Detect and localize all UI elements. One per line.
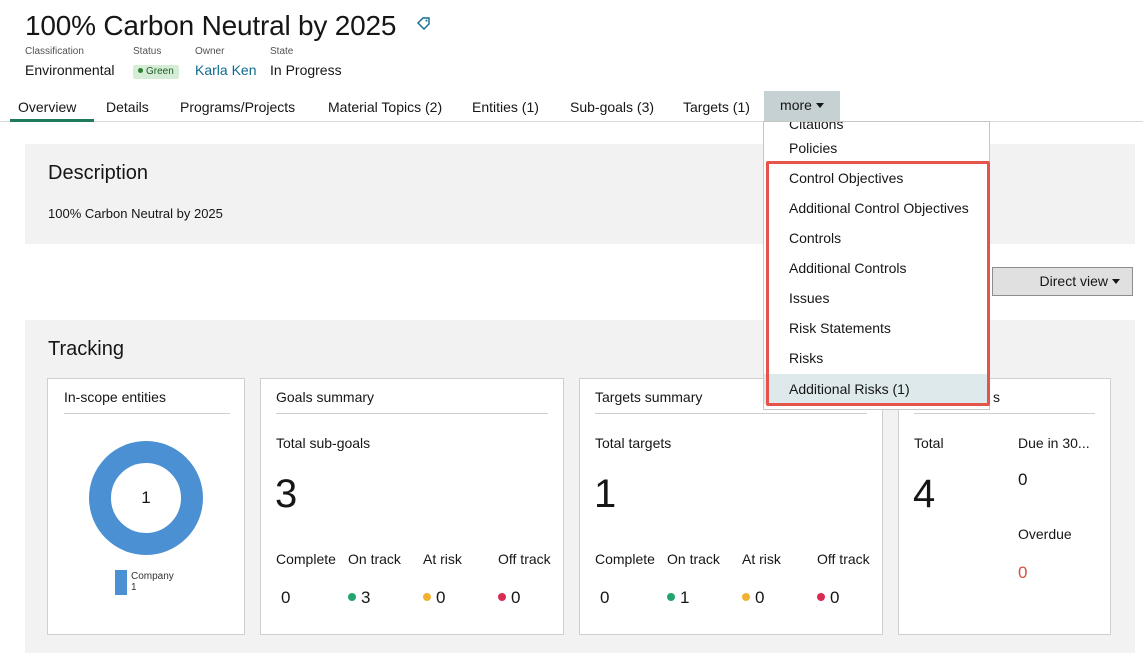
off-track-dot-icon (817, 593, 825, 601)
goals-at-risk-label: At risk (423, 551, 462, 567)
goals-at-risk[interactable]: 0 (423, 588, 445, 608)
more-tab-label: more (780, 97, 812, 113)
targets-at-risk-value: 0 (755, 588, 765, 607)
legend-swatch (115, 570, 127, 595)
classification-value: Environmental (25, 62, 115, 78)
due-in-30-value[interactable]: 0 (1018, 470, 1027, 490)
targets-complete-label: Complete (595, 551, 655, 567)
description-title: Description (48, 162, 149, 184)
total-sub-goals-value: 3 (275, 472, 298, 516)
tag-icon[interactable] (416, 16, 432, 32)
targets-summary-rule (595, 413, 867, 414)
status-value: Green (146, 66, 174, 77)
tab-details[interactable]: Details (106, 99, 149, 115)
targets-at-risk[interactable]: 0 (742, 588, 764, 608)
targets-on-track-label: On track (667, 551, 720, 567)
legend-label: Company (131, 571, 174, 582)
owner-label: Owner (195, 46, 225, 57)
goals-off-track-value: 0 (511, 588, 521, 607)
targets-complete-value[interactable]: 0 (600, 588, 609, 608)
goals-on-track-label: On track (348, 551, 401, 567)
goals-off-track[interactable]: 0 (498, 588, 520, 608)
classification-label: Classification (25, 46, 84, 57)
tab-material-topics[interactable]: Material Topics (2) (328, 99, 442, 115)
tab-sub-goals[interactable]: Sub-goals (3) (570, 99, 654, 115)
goals-complete-value[interactable]: 0 (281, 588, 290, 608)
legend-value: 1 (131, 582, 137, 593)
targets-off-track-value: 0 (830, 588, 840, 607)
goals-summary-rule (276, 413, 548, 414)
legend-company: Company 1 (131, 571, 174, 593)
summary-card-4-rule (914, 413, 1095, 414)
overdue-label: Overdue (1018, 526, 1072, 542)
targets-off-track-label: Off track (817, 551, 870, 567)
tab-targets[interactable]: Targets (1) (683, 99, 750, 115)
goals-summary-title: Goals summary (276, 389, 375, 405)
total-targets-value: 1 (594, 472, 617, 516)
menu-item-policies[interactable]: Policies (764, 133, 989, 163)
caret-down-icon (815, 103, 824, 108)
goals-on-track[interactable]: 3 (348, 588, 370, 608)
total-sub-goals-label: Total sub-goals (276, 435, 371, 451)
due-in-30-label: Due in 30... (1018, 435, 1090, 451)
targets-off-track[interactable]: 0 (817, 588, 839, 608)
donut-center-value: 1 (141, 488, 151, 507)
highlight-annotation-box (766, 161, 990, 406)
more-tab-button[interactable]: more (764, 91, 840, 122)
total-value: 4 (913, 472, 936, 516)
goals-complete-label: Complete (276, 551, 336, 567)
summary-card-4-title-tail: s (993, 389, 1000, 405)
total-label: Total (914, 435, 944, 451)
direct-view-button[interactable]: Direct view (992, 267, 1133, 296)
owner-link[interactable]: Karla Ken (195, 62, 256, 78)
goals-at-risk-value: 0 (436, 588, 446, 607)
targets-at-risk-label: At risk (742, 551, 781, 567)
tracking-title: Tracking (48, 338, 124, 360)
tab-active-indicator (10, 119, 94, 122)
state-value: In Progress (270, 62, 342, 78)
page-title: 100% Carbon Neutral by 2025 (25, 10, 397, 41)
entities-card-title: In-scope entities (64, 389, 166, 405)
direct-view-label: Direct view (1039, 273, 1108, 289)
total-targets-label: Total targets (595, 435, 672, 451)
overdue-value[interactable]: 0 (1018, 563, 1027, 583)
description-text: 100% Carbon Neutral by 2025 (48, 206, 223, 221)
targets-summary-title: Targets summary (595, 389, 703, 405)
status-badge: Green (133, 65, 179, 79)
tab-programs-projects[interactable]: Programs/Projects (180, 99, 295, 115)
status-dot-icon (138, 68, 143, 73)
goals-on-track-value: 3 (361, 588, 371, 607)
on-track-dot-icon (348, 593, 356, 601)
state-label: State (270, 46, 294, 57)
tab-overview[interactable]: Overview (18, 99, 76, 115)
on-track-dot-icon (667, 593, 675, 601)
tab-entities[interactable]: Entities (1) (472, 99, 539, 115)
at-risk-dot-icon (423, 593, 431, 601)
at-risk-dot-icon (742, 593, 750, 601)
goals-off-track-label: Off track (498, 551, 551, 567)
off-track-dot-icon (498, 593, 506, 601)
entities-card-rule (64, 413, 230, 414)
caret-down-icon (1112, 279, 1120, 284)
targets-on-track-value: 1 (680, 588, 690, 607)
status-label: Status (133, 46, 162, 57)
targets-on-track[interactable]: 1 (667, 588, 689, 608)
